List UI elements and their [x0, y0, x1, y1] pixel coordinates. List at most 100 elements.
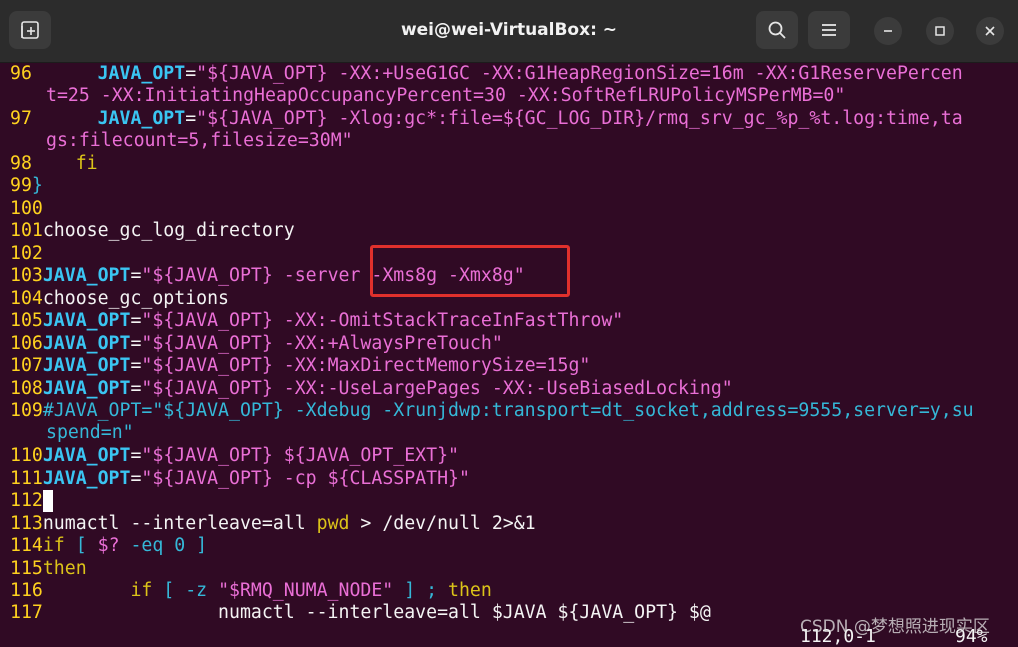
- code-token: =: [437, 602, 449, 623]
- code-token: t=25 -XX:InitiatingHeapOccupancyPercent=…: [46, 85, 846, 106]
- code-line-107: 107JAVA_OPT="${JAVA_OPT} -XX:MaxDirectMe…: [10, 355, 590, 377]
- title-bar: wei@wei-VirtualBox: ~: [0, 0, 1018, 63]
- code-line-117: 117 numactl --interleave=all $JAVA ${JAV…: [10, 602, 711, 624]
- line-number: 112: [10, 490, 43, 511]
- code-token: fi: [31, 153, 98, 174]
- code-token: =: [130, 355, 142, 376]
- line-number: 99: [10, 175, 32, 196]
- line-number: 114: [10, 535, 43, 556]
- code-token: numactl --interleave: [42, 602, 438, 623]
- code-line-108: 108JAVA_OPT="${JAVA_OPT} -XX:-UseLargePa…: [10, 378, 733, 400]
- code-line-96: 96 JAVA_OPT="${JAVA_OPT} -XX:+UseG1GC -X…: [10, 63, 963, 85]
- code-token: "${JAVA_OPT} ${JAVA_OPT_EXT}": [141, 445, 459, 466]
- code-token: =: [130, 445, 142, 466]
- code-token: JAVA_OPT: [42, 468, 131, 489]
- code-token: -cp ${CLASSPATH}": [283, 468, 470, 489]
- code-token: JAVA_OPT: [31, 63, 186, 84]
- line-number: 104: [10, 288, 43, 309]
- code-token: $JAVA ${JAVA_OPT} $@: [491, 602, 711, 623]
- code-token: then: [448, 580, 492, 601]
- code-token: -eq 0 ]: [119, 535, 208, 556]
- code-token: =: [261, 513, 273, 534]
- line-number: 115: [10, 558, 43, 579]
- code-token: > /dev/null 2>&1: [349, 513, 536, 534]
- code-token: =: [130, 310, 142, 331]
- line-number: 113: [10, 513, 43, 534]
- code-line-99: 99}: [10, 175, 43, 197]
- watermark: CSDN @梦想照进现实区: [800, 617, 990, 637]
- code-token: -XX:+UseG1GC -XX:G1HeapRegionSize=16m -X…: [338, 63, 963, 84]
- code-token: gs:filecount=5,filesize=30M": [46, 130, 353, 151]
- code-token: if: [42, 535, 65, 556]
- code-token: =: [185, 63, 197, 84]
- code-token: if: [42, 580, 153, 601]
- code-line-109: 109#JAVA_OPT="${JAVA_OPT} -Xdebug -Xrunj…: [10, 400, 974, 422]
- code-token: "${JAVA_OPT}: [141, 355, 284, 376]
- code-line-97-wrap: gs:filecount=5,filesize=30M": [46, 130, 353, 152]
- code-token: "${JAVA_OPT}: [196, 108, 339, 129]
- code-token: JAVA_OPT: [42, 265, 131, 286]
- line-number: 116: [10, 580, 43, 601]
- line-number: 102: [10, 243, 43, 264]
- line-number: 101: [10, 220, 43, 241]
- code-token: "$RMQ_NUMA_NODE": [218, 580, 394, 601]
- text-cursor: [42, 490, 53, 512]
- line-number: 105: [10, 310, 43, 331]
- search-icon: [768, 21, 786, 39]
- code-token: JAVA_OPT: [42, 445, 131, 466]
- code-token: =: [130, 468, 142, 489]
- code-token: =: [185, 108, 197, 129]
- code-token: ] ;: [393, 580, 449, 601]
- line-number: 98: [10, 153, 32, 174]
- close-icon: [985, 26, 995, 36]
- code-token: choose_gc_log_directory: [42, 220, 295, 241]
- code-line-106: 106JAVA_OPT="${JAVA_OPT} -XX:+AlwaysPreT…: [10, 333, 503, 355]
- code-token: then: [42, 558, 87, 579]
- line-number: 96: [10, 63, 32, 84]
- code-line-105: 105JAVA_OPT="${JAVA_OPT} -XX:-OmitStackT…: [10, 310, 623, 332]
- code-token: -XX:-UseLargePages -XX:-UseBiasedLocking…: [283, 378, 733, 399]
- code-token: -XX:+AlwaysPreTouch": [283, 333, 503, 354]
- search-button[interactable]: [756, 11, 798, 49]
- code-token: =: [130, 333, 142, 354]
- code-token: "${JAVA_OPT}: [196, 63, 339, 84]
- code-line-98: 98 fi: [10, 153, 98, 175]
- highlight-box: [370, 245, 570, 297]
- code-token: "${JAVA_OPT}: [141, 468, 284, 489]
- code-line-113: 113numactl --interleave=all pwd > /dev/n…: [10, 513, 536, 535]
- code-token: [ -z: [152, 580, 219, 601]
- window-title: wei@wei-VirtualBox: ~: [400, 20, 618, 40]
- line-number: 107: [10, 355, 43, 376]
- line-number: 110: [10, 445, 43, 466]
- line-number: 108: [10, 378, 43, 399]
- code-token: "${JAVA_OPT}: [141, 310, 284, 331]
- code-line-101: 101choose_gc_log_directory: [10, 220, 295, 242]
- close-button[interactable]: [976, 17, 1004, 45]
- code-token: -Xlog:gc*:file=${GC_LOG_DIR}/rmq_srv_gc_…: [338, 108, 963, 129]
- code-token: $?: [97, 535, 120, 556]
- code-token: JAVA_OPT: [42, 355, 131, 376]
- code-token: JAVA_OPT: [42, 333, 131, 354]
- code-token: JAVA_OPT: [42, 310, 131, 331]
- code-token: choose_gc_options: [42, 288, 230, 309]
- code-token: JAVA_OPT: [31, 108, 186, 129]
- code-line-111: 111JAVA_OPT="${JAVA_OPT} -cp ${CLASSPATH…: [10, 468, 470, 490]
- code-token: -XX:MaxDirectMemorySize=15g": [283, 355, 591, 376]
- line-number: 111: [10, 468, 43, 489]
- line-number: 106: [10, 333, 43, 354]
- line-number: 117: [10, 602, 43, 623]
- code-line-115: 115then: [10, 558, 87, 580]
- code-line-116: 116 if [ -z "$RMQ_NUMA_NODE" ] ; then: [10, 580, 492, 602]
- minimize-button[interactable]: [874, 17, 902, 45]
- code-line-96-wrap: t=25 -XX:InitiatingHeapOccupancyPercent=…: [46, 85, 845, 107]
- maximize-button[interactable]: [926, 17, 954, 45]
- code-token: "${JAVA_OPT}: [141, 265, 284, 286]
- line-number: 97: [10, 108, 32, 129]
- code-token: all: [448, 602, 492, 623]
- code-line-102: 102: [10, 243, 43, 265]
- code-token: =: [130, 378, 142, 399]
- code-line-97: 97 JAVA_OPT="${JAVA_OPT} -Xlog:gc*:file=…: [10, 108, 963, 130]
- code-token: -XX:-OmitStackTraceInFastThrow": [283, 310, 624, 331]
- menu-button[interactable]: [808, 11, 850, 49]
- hamburger-menu-icon: [822, 24, 836, 36]
